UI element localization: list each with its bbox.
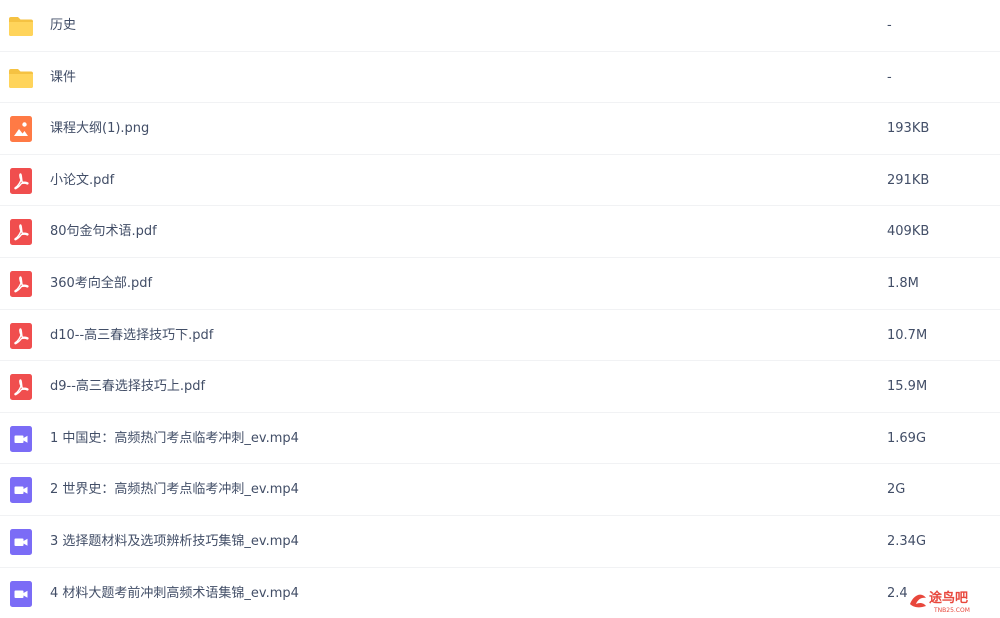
file-name[interactable]: 课程大纲(1).png: [50, 103, 149, 155]
file-name[interactable]: 课件: [50, 52, 76, 104]
file-size: 193KB: [887, 121, 930, 137]
file-name[interactable]: 2 世界史：高频热门考点临考冲刺_ev.mp4: [50, 464, 299, 516]
file-row[interactable]: 课件 -: [0, 52, 1000, 104]
file-name[interactable]: 3 选择题材料及选项辨析技巧集锦_ev.mp4: [50, 516, 299, 568]
file-row[interactable]: 1 中国史：高频热门考点临考冲刺_ev.mp4 1.69G: [0, 413, 1000, 465]
file-row[interactable]: 课程大纲(1).png 193KB: [0, 103, 1000, 155]
file-row[interactable]: 80句金句术语.pdf 409KB: [0, 206, 1000, 258]
file-row[interactable]: 2 世界史：高频热门考点临考冲刺_ev.mp4 2G: [0, 464, 1000, 516]
watermark: 途鸟吧 TNB25.COM: [910, 590, 970, 614]
video-file-icon: [7, 580, 35, 608]
file-size: 409KB: [887, 224, 930, 240]
file-name[interactable]: 1 中国史：高频热门考点临考冲刺_ev.mp4: [50, 413, 299, 465]
file-size: 291KB: [887, 172, 930, 188]
file-size: 10.7M: [887, 327, 928, 343]
pdf-file-icon: [7, 167, 35, 195]
pdf-file-icon: [7, 270, 35, 298]
file-row[interactable]: 小论文.pdf 291KB: [0, 155, 1000, 207]
file-size: 1.8M: [887, 275, 919, 291]
file-row[interactable]: d10--高三春选择技巧下.pdf 10.7M: [0, 310, 1000, 362]
watermark-text: 途鸟吧: [929, 590, 968, 606]
pdf-file-icon: [7, 373, 35, 401]
file-size: 2G: [887, 482, 906, 498]
video-file-icon: [7, 476, 35, 504]
video-file-icon: [7, 528, 35, 556]
file-size: -: [887, 18, 892, 33]
file-name[interactable]: d9--高三春选择技巧上.pdf: [50, 361, 205, 413]
pdf-file-icon: [7, 322, 35, 350]
file-row[interactable]: 360考向全部.pdf 1.8M: [0, 258, 1000, 310]
file-list: 历史 - 课件 - 课程大纲(1).png 193KB 小论文.pdf 291KB 80…: [0, 0, 1000, 618]
file-row[interactable]: 3 选择题材料及选项辨析技巧集锦_ev.mp4 2.34G: [0, 516, 1000, 568]
folder-icon: [7, 64, 35, 92]
file-name[interactable]: 80句金句术语.pdf: [50, 206, 157, 258]
bird-logo-icon: [910, 594, 926, 608]
file-size: 1.69G: [887, 430, 927, 446]
file-size: 2.4: [887, 585, 908, 601]
file-row[interactable]: 历史 -: [0, 0, 1000, 52]
file-name[interactable]: 小论文.pdf: [50, 155, 114, 207]
file-name[interactable]: 历史: [50, 0, 76, 52]
pdf-file-icon: [7, 218, 35, 246]
folder-icon: [7, 12, 35, 40]
watermark-subtext: TNB25.COM: [933, 607, 970, 614]
file-name[interactable]: 4 材料大题考前冲刺高频术语集锦_ev.mp4: [50, 568, 299, 618]
file-name[interactable]: d10--高三春选择技巧下.pdf: [50, 310, 213, 362]
file-row[interactable]: d9--高三春选择技巧上.pdf 15.9M: [0, 361, 1000, 413]
file-size: 15.9M: [887, 379, 928, 395]
file-size: -: [887, 69, 892, 85]
image-file-icon: [7, 115, 35, 143]
file-size: 2.34G: [887, 533, 927, 549]
file-row[interactable]: 4 材料大题考前冲刺高频术语集锦_ev.mp4 2.4: [0, 568, 1000, 618]
file-name[interactable]: 360考向全部.pdf: [50, 258, 152, 310]
video-file-icon: [7, 425, 35, 453]
